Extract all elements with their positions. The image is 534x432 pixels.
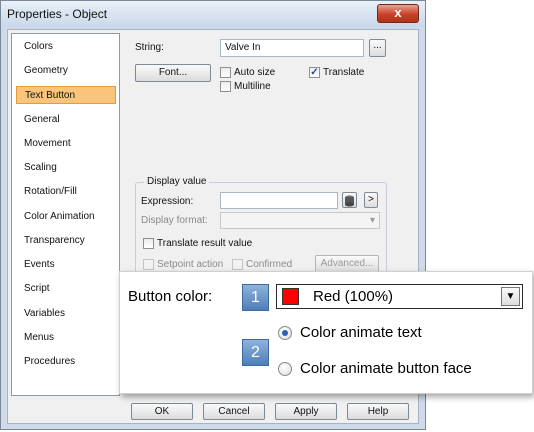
category-list: Colors Geometry Text Button General Move… — [11, 33, 120, 396]
button-color-select[interactable]: Red (100%) ▼ — [276, 284, 523, 309]
setpoint-label: Setpoint action — [157, 259, 224, 270]
color-swatch — [282, 288, 299, 305]
translate-label: Translate — [323, 67, 365, 78]
nav-item-script[interactable]: Script — [16, 280, 116, 298]
color-animate-text-label: Color animate text — [300, 324, 422, 341]
step-badge-1: 1 — [242, 284, 269, 311]
string-input[interactable]: Valve In — [220, 39, 364, 57]
button-color-callout: Button color: 1 Red (100%) ▼ 2 Color ani… — [119, 271, 533, 394]
help-button[interactable]: Help — [347, 403, 409, 420]
multiline-label: Multiline — [234, 81, 271, 92]
confirmed-checkbox[interactable] — [232, 259, 243, 270]
nav-item-movement[interactable]: Movement — [16, 135, 116, 153]
color-animate-text-radio[interactable] — [278, 326, 292, 340]
database-icon — [345, 195, 354, 207]
confirmed-label: Confirmed — [246, 259, 293, 270]
nav-item-events[interactable]: Events — [16, 256, 116, 274]
check-icon: ✓ — [310, 67, 319, 78]
expression-label: Expression: — [141, 196, 194, 207]
translate-result-label: Translate result value — [157, 238, 253, 249]
setpoint-checkbox[interactable] — [143, 259, 154, 270]
translate-result-checkbox[interactable] — [143, 238, 154, 249]
button-color-value: Red (100%) — [313, 288, 394, 305]
font-button[interactable]: Font... — [135, 64, 211, 82]
window-title: Properties - Object — [7, 7, 108, 21]
nav-item-color-animation[interactable]: Color Animation — [16, 208, 116, 226]
nav-item-geometry[interactable]: Geometry — [16, 62, 116, 80]
nav-item-text-button[interactable]: Text Button — [16, 86, 116, 104]
translate-checkbox[interactable]: ✓ — [309, 67, 320, 78]
step-badge-2: 2 — [242, 339, 269, 366]
nav-item-colors[interactable]: Colors — [16, 38, 116, 56]
browse-button[interactable]: ... — [369, 39, 386, 57]
title-bar[interactable]: Properties - Object x — [1, 1, 425, 27]
display-value-title: Display value — [144, 176, 210, 187]
autosize-label: Auto size — [234, 67, 276, 78]
nav-item-general[interactable]: General — [16, 111, 116, 129]
display-format-select[interactable]: ▾ — [220, 212, 380, 229]
close-icon[interactable]: x — [394, 5, 401, 20]
dropdown-arrow-icon[interactable]: ▼ — [501, 287, 520, 306]
arrow-right-icon: > — [368, 194, 374, 205]
dialog-button-bar: OK Cancel Apply Help — [9, 398, 417, 422]
button-color-label: Button color: — [128, 288, 213, 305]
nav-item-variables[interactable]: Variables — [16, 305, 116, 323]
multiline-checkbox[interactable] — [220, 81, 231, 92]
apply-button[interactable]: Apply — [275, 403, 337, 420]
chevron-down-icon: ▾ — [369, 215, 375, 226]
variable-picker-button[interactable] — [342, 192, 357, 208]
display-format-label: Display format: — [141, 215, 208, 226]
expand-arrow-button[interactable]: > — [364, 192, 378, 208]
expression-input[interactable] — [220, 192, 338, 209]
nav-item-scaling[interactable]: Scaling — [16, 159, 116, 177]
color-animate-face-label: Color animate button face — [300, 360, 472, 377]
nav-item-procedures[interactable]: Procedures — [16, 353, 116, 371]
cancel-button[interactable]: Cancel — [203, 403, 265, 420]
autosize-checkbox[interactable] — [220, 67, 231, 78]
close-button[interactable]: x — [377, 4, 419, 23]
nav-item-transparency[interactable]: Transparency — [16, 232, 116, 250]
string-label: String: — [135, 42, 164, 53]
ok-button[interactable]: OK — [131, 403, 193, 420]
nav-item-menus[interactable]: Menus — [16, 329, 116, 347]
nav-item-rotation-fill[interactable]: Rotation/Fill — [16, 183, 116, 201]
color-animate-face-radio[interactable] — [278, 362, 292, 376]
